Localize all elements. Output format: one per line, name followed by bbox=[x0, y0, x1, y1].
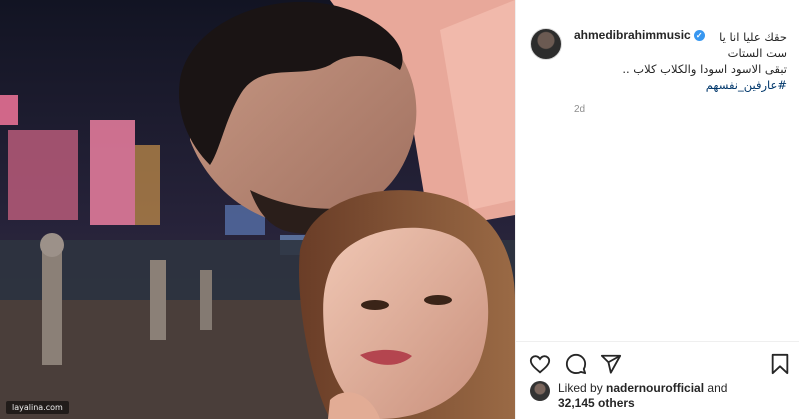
verified-badge-icon: ✓ bbox=[693, 30, 705, 41]
likes-text: Liked by nadernourofficial and 32,145 ot… bbox=[558, 381, 727, 411]
like-button[interactable] bbox=[529, 353, 551, 375]
action-bar bbox=[516, 341, 799, 383]
others-count-link[interactable]: 32,145 others bbox=[558, 396, 635, 410]
post-side-panel: ahmedibrahimmusic ✓ حقك عليا انا يا ست ا… bbox=[515, 0, 799, 419]
comment-button[interactable] bbox=[565, 353, 587, 375]
share-icon bbox=[600, 354, 622, 374]
avatar[interactable] bbox=[530, 28, 562, 60]
username-link[interactable]: ahmedibrahimmusic ✓ bbox=[574, 28, 705, 43]
share-button[interactable] bbox=[600, 353, 622, 375]
and-label: and bbox=[707, 381, 728, 395]
heart-icon bbox=[529, 355, 551, 374]
username-text[interactable]: ahmedibrahimmusic bbox=[574, 28, 691, 43]
liked-by-label: Liked by bbox=[558, 381, 603, 395]
hashtag-link[interactable]: #عارفين_نفسهم bbox=[574, 77, 787, 93]
caption: ahmedibrahimmusic ✓ حقك عليا انا يا ست ا… bbox=[574, 28, 787, 93]
post-time[interactable]: 2d bbox=[574, 104, 585, 115]
comment-icon bbox=[565, 353, 587, 375]
likes-row: Liked by nadernourofficial and 32,145 ot… bbox=[530, 381, 789, 411]
save-button[interactable] bbox=[769, 353, 791, 375]
caption-line-3: تبقى الاسود اسودا والكلاب كلاب .. bbox=[622, 62, 787, 76]
caption-line-2: ست الستات bbox=[727, 46, 787, 60]
liker-avatar[interactable] bbox=[530, 381, 550, 401]
instagram-post: layalina.com ahmedibrahimmusic ✓ حقك علي… bbox=[0, 0, 799, 419]
watermark-label: layalina.com bbox=[6, 401, 69, 414]
liked-by-user-link[interactable]: nadernourofficial bbox=[606, 381, 704, 395]
bookmark-icon bbox=[771, 353, 789, 375]
caption-row: ahmedibrahimmusic ✓ حقك عليا انا يا ست ا… bbox=[530, 28, 787, 93]
post-photo[interactable]: layalina.com bbox=[0, 0, 515, 419]
photo-scene bbox=[0, 0, 515, 419]
